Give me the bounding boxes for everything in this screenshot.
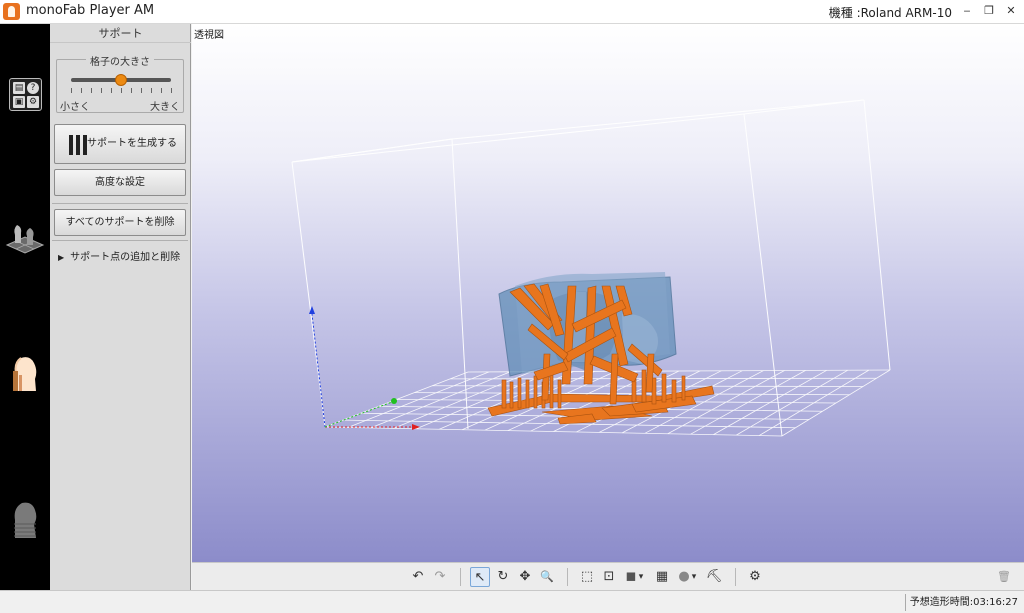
slider-tick: [131, 88, 132, 93]
grid-size-legend: 格子の大きさ: [86, 53, 154, 68]
estimated-build-time: 予想造形時間:03:16:27: [904, 594, 1022, 611]
grid-size-slider-thumb[interactable]: [115, 74, 127, 86]
trash-button[interactable]: 🗑: [994, 567, 1014, 587]
build-plate-grid: [324, 369, 891, 437]
slider-tick: [121, 88, 122, 93]
restore-button[interactable]: ❐: [981, 3, 997, 19]
slider-tick: [81, 88, 82, 93]
support-bars-icon: [69, 135, 87, 155]
toolbar-divider: [567, 568, 568, 586]
generate-support-label: サポートを生成する: [87, 138, 177, 149]
print-mode-icon[interactable]: [5, 494, 45, 542]
slider-tick: [141, 88, 142, 93]
pan-view-button[interactable]: ✥: [515, 567, 535, 587]
slider-tick: [91, 88, 92, 93]
slider-tick: [151, 88, 152, 93]
slider-tick: [101, 88, 102, 93]
view-cube-dropdown[interactable]: ▾: [635, 567, 647, 587]
minimize-button[interactable]: ‒: [959, 3, 975, 19]
fit-selection-button[interactable]: ⊡: [599, 567, 619, 587]
slider-max-label: 大きく: [150, 102, 180, 113]
app-logo-icon: [3, 3, 20, 20]
delete-all-supports-button[interactable]: すべてのサポートを削除: [54, 209, 186, 236]
zoom-button[interactable]: 🔍: [537, 567, 557, 587]
machine-model-label: 機種 :Roland ARM-10: [828, 6, 952, 20]
redo-button[interactable]: ↷: [430, 567, 450, 587]
scene-svg: [291, 99, 891, 437]
grid-size-slider[interactable]: [71, 74, 171, 86]
mode-sidebar: ▤ ? ▣ ⚙: [0, 24, 50, 590]
slider-tick: [111, 88, 112, 93]
toolbar-divider: [735, 568, 736, 586]
file-tools-group: ▤ ? ▣ ⚙: [9, 78, 42, 111]
file-icon[interactable]: ▤: [13, 82, 25, 94]
support-mode-icon[interactable]: [5, 349, 45, 397]
app-title: monoFab Player AM: [26, 3, 155, 18]
help-icon[interactable]: ?: [27, 82, 39, 94]
select-tool-button[interactable]: ↖: [470, 567, 490, 587]
tools-button[interactable]: ⛏: [704, 567, 724, 587]
rotate-view-button[interactable]: ↻: [493, 567, 513, 587]
layers-button[interactable]: ▦: [652, 567, 672, 587]
slider-min-label: 小さく: [60, 102, 90, 113]
3d-viewport[interactable]: 透視図: [192, 24, 1024, 562]
title-bar: monoFab Player AM 機種 :Roland ARM-10 ‒ ❐ …: [0, 0, 1024, 24]
panel-divider: [52, 203, 188, 204]
advanced-settings-button[interactable]: 高度な設定: [54, 169, 186, 196]
status-bar: 予想造形時間:03:16:27: [0, 590, 1024, 613]
panel-title: サポート: [50, 24, 191, 43]
slider-tick: [71, 88, 72, 93]
slider-tick: [171, 88, 172, 93]
view-settings-button[interactable]: ⚙: [745, 567, 765, 587]
save-icon[interactable]: ▣: [13, 96, 25, 108]
close-button[interactable]: ✕: [1003, 3, 1019, 19]
toolbar-divider: [460, 568, 461, 586]
generate-support-button[interactable]: サポートを生成する: [54, 124, 186, 164]
shading-dropdown[interactable]: ▾: [688, 567, 700, 587]
layout-mode-icon[interactable]: [5, 209, 45, 257]
panel-divider: [52, 240, 188, 241]
slider-ticks: [71, 88, 172, 93]
undo-button[interactable]: ↶: [408, 567, 428, 587]
support-panel: サポート 格子の大きさ 小さく 大きく サポートを生成する 高度な設定 すべての…: [50, 24, 191, 590]
fit-all-button[interactable]: ⬚: [577, 567, 597, 587]
settings-icon[interactable]: ⚙: [27, 96, 39, 108]
grid-size-group: 格子の大きさ 小さく 大きく: [56, 53, 184, 113]
view-mode-label: 透視図: [194, 30, 224, 41]
expand-arrow-icon: ▶: [58, 253, 65, 262]
support-points-expander[interactable]: ▶ サポート点の追加と削除: [58, 248, 180, 263]
slider-tick: [161, 88, 162, 93]
view-toolbar: ↶ ↷ ↖ ↻ ✥ 🔍 ⬚ ⊡ ◼ ▾ ▦ ● ▾ ⛏ ⚙ 🗑: [192, 562, 1024, 590]
support-points-label: サポート点の追加と削除: [70, 252, 181, 263]
